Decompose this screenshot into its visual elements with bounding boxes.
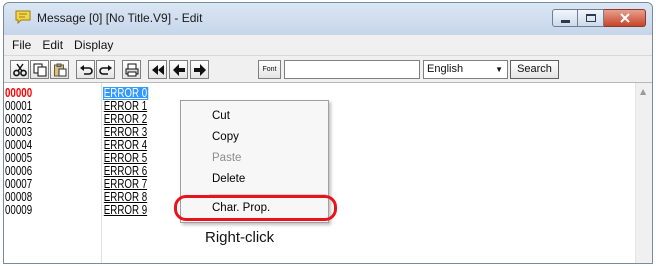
menu-file[interactable]: File <box>12 38 31 52</box>
next-icon <box>193 63 206 76</box>
menu-item-delete[interactable]: Delete <box>212 173 245 185</box>
menu-edit[interactable]: Edit <box>42 38 63 52</box>
first-icon <box>151 64 164 75</box>
line-number: 00009 <box>5 203 33 217</box>
print-button[interactable] <box>122 60 141 79</box>
maximize-button[interactable] <box>578 9 604 27</box>
copy-icon <box>33 63 46 76</box>
toolbar: Font English ▼ Search <box>4 56 652 83</box>
print-icon <box>125 63 138 76</box>
prev-icon <box>172 63 185 76</box>
redo-icon <box>98 64 112 75</box>
search-input[interactable] <box>284 60 420 79</box>
annotation-label: Right-click <box>205 229 275 246</box>
menu-display[interactable]: Display <box>74 38 113 52</box>
minimize-icon <box>560 19 570 23</box>
window-controls <box>552 9 646 27</box>
font-button[interactable]: Font <box>258 60 281 79</box>
minimize-button[interactable] <box>552 9 578 27</box>
cut-button[interactable] <box>10 60 29 79</box>
menu-bar: File Edit Display <box>4 35 652 56</box>
vertical-scrollbar[interactable]: ▲ <box>635 83 652 263</box>
undo-icon <box>79 64 93 75</box>
chevron-down-icon: ▼ <box>495 65 503 74</box>
close-button[interactable] <box>604 9 646 27</box>
menu-item-cut[interactable]: Cut <box>212 110 230 122</box>
speech-bubble-icon <box>15 10 31 24</box>
language-select[interactable]: English ▼ <box>423 60 508 79</box>
window-title: Message [0] [No Title.V9] - Edit <box>37 11 203 25</box>
cut-icon <box>12 63 27 76</box>
title-bar: Message [0] [No Title.V9] - Edit <box>4 3 652 35</box>
paste-button[interactable] <box>50 60 69 79</box>
first-button[interactable] <box>148 60 167 79</box>
prev-button[interactable] <box>169 60 188 79</box>
paste-icon <box>53 63 66 76</box>
menu-item-copy[interactable]: Copy <box>212 131 239 143</box>
search-button[interactable]: Search <box>510 60 559 79</box>
close-icon <box>619 13 630 23</box>
highlight-ring <box>174 195 337 221</box>
message-text[interactable]: ERROR 9 <box>103 204 148 217</box>
maximize-icon <box>585 14 596 22</box>
next-button[interactable] <box>190 60 209 79</box>
menu-item-paste: Paste <box>212 152 242 164</box>
copy-button[interactable] <box>30 60 49 79</box>
redo-button[interactable] <box>96 60 115 79</box>
language-value: English <box>427 63 464 75</box>
undo-button[interactable] <box>76 60 95 79</box>
scroll-up-icon[interactable]: ▲ <box>640 87 646 96</box>
